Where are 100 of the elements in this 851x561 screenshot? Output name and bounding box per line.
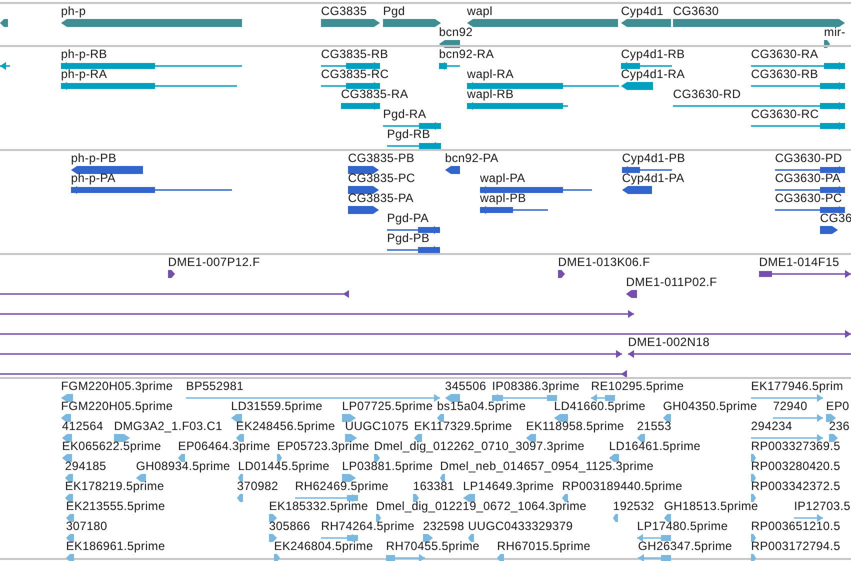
feature-label: 192532: [613, 500, 654, 513]
feature-label: ph-p-PB: [71, 152, 116, 165]
feature-label: EK248456.5prime: [236, 420, 336, 433]
feature-label: GH18513.5prime: [664, 500, 758, 513]
feature-label: CG3630-PD: [775, 152, 842, 165]
feature-label: DME1-002N18: [628, 336, 710, 349]
feature-label: CG3630-PC: [775, 192, 842, 205]
feature-label: RP003172794.5: [751, 540, 840, 553]
feature-label: DMG3A2_1.F03.C1: [114, 420, 222, 433]
feature-label: EK185332.5prime: [269, 500, 368, 513]
feature-label: ph-p-PA: [71, 172, 116, 185]
feature-label: EK178219.5prime: [65, 480, 164, 493]
feature-label: 370982: [237, 480, 278, 493]
feature-label: 294185: [65, 460, 106, 473]
feature-label: UUGC0433329379: [468, 520, 573, 533]
feature-label: Pgd-PA: [387, 212, 429, 225]
feature-label: CG3835: [321, 5, 367, 18]
feature-label: CG3630-PA: [775, 172, 841, 185]
feature-label: EK177946.5prim: [751, 380, 844, 393]
feature-label: GH26347.5prime: [638, 540, 732, 553]
feature-label: CG3630-RD: [673, 88, 741, 101]
feature-label: Pgd-PB: [387, 232, 430, 245]
feature-label: RE10295.5prime: [591, 380, 684, 393]
feature-label: Cyp4d1-RA: [621, 68, 685, 81]
feature-label: bs15a04.5prime: [437, 400, 526, 413]
feature-label: wapl-PB: [480, 192, 526, 205]
feature-label: GH08934.5prime: [136, 460, 230, 473]
feature-label: CG3835-RB: [321, 48, 388, 61]
feature-label: wapl-RA: [467, 68, 514, 81]
feature-label: Cyp4d1-PA: [622, 172, 684, 185]
feature-label: EK213555.5prime: [66, 500, 166, 513]
feature-label: RP003342372.5: [751, 480, 840, 493]
feature-label: CG3835-PB: [348, 152, 414, 165]
feature-label: LP03881.5prime: [342, 460, 433, 473]
feature-label: RP003327369.5: [751, 440, 840, 453]
feature-label: RP003651210.5: [751, 520, 840, 533]
feature-label: Cyp4d1-PB: [622, 152, 686, 165]
feature-label: wapl: [467, 5, 492, 18]
feature-label: 345506: [445, 380, 486, 393]
feature-label: ph-p-RB: [61, 48, 108, 61]
feature-label: EK118958.5prime: [526, 420, 624, 433]
feature-label: 163381: [413, 480, 454, 493]
feature-label: bcn92: [439, 26, 473, 39]
feature-label: Pgd-RA: [383, 108, 426, 121]
feature-label: CG3630-RA: [751, 48, 818, 61]
feature-label: 307180: [66, 520, 108, 533]
feature-label: mir-: [824, 26, 846, 39]
feature-label: DME1-007P12.F: [168, 256, 260, 269]
feature-label: Dmel_dig_012262_0710_3097.3prime: [374, 440, 585, 453]
feature-label: LP17480.5prime: [637, 520, 728, 533]
feature-label: RH67015.5prime: [497, 540, 591, 553]
feature-label: ph-p: [61, 5, 86, 18]
feature-label: EP06464.3prime: [178, 440, 270, 453]
feature-label: CG3835-PC: [348, 172, 416, 185]
feature-label: RP003189440.5prime: [562, 480, 682, 493]
feature-label: Cyp4d1: [621, 5, 664, 18]
feature-label: Cyp4d1-RB: [621, 48, 685, 61]
feature-label: DME1-013K06.F: [558, 256, 650, 269]
feature-label: CG3630-RB: [751, 68, 818, 81]
feature-label: DME1-014F15: [759, 256, 840, 269]
feature-label: EK246804.5prime: [274, 540, 374, 553]
feature-label: RP003280420.5: [751, 460, 840, 473]
feature-label: LD16461.5prime: [609, 440, 701, 453]
feature-label: CG3835-PA: [348, 192, 414, 205]
feature-label: DME1-011P02.F: [626, 276, 718, 289]
feature-label: Dmel_neb_014657_0954_1125.3prime: [440, 460, 654, 473]
feature-label: FGM220H05.5prime: [61, 400, 173, 413]
feature-label: EK186961.5prime: [66, 540, 166, 553]
feature-label: 232598: [423, 520, 464, 533]
feature-label: LP14649.3prime: [463, 480, 554, 493]
feature-label: EK065622.5prime: [62, 440, 162, 453]
feature-label: wapl-RB: [467, 88, 514, 101]
feature-label: LD01445.5prime: [238, 460, 330, 473]
feature-label: 412564: [62, 420, 104, 433]
feature-label: 236: [829, 420, 850, 433]
feature-label: FGM220H05.3prime: [61, 380, 173, 393]
feature-label: RH70455.5prime: [386, 540, 480, 553]
feature-label: EP0: [826, 400, 850, 413]
feature-label: CG3835-RC: [321, 68, 389, 81]
feature-label: IP08386.3prime: [492, 380, 580, 393]
feature-label: 21553: [637, 420, 672, 433]
feature-label: ph-p-RA: [61, 68, 108, 81]
feature-label: 305866: [269, 520, 310, 533]
feature-label: EP05723.3prime: [277, 440, 370, 453]
feature-label: CG3630: [673, 5, 719, 18]
feature-label: wapl-PA: [480, 172, 526, 185]
feature-label: RH74264.5prime: [321, 520, 415, 533]
feature-label: IP12703.5: [794, 500, 851, 513]
feature-label: Pgd: [383, 5, 405, 18]
feature-label: Pgd-RB: [387, 128, 430, 141]
feature-label: LD31559.5prime: [231, 400, 323, 413]
feature-label: 72940: [773, 400, 808, 413]
feature-label: RH62469.5prime: [295, 480, 389, 493]
feature-label: EK117329.5prime: [414, 420, 512, 433]
feature-label: LD41660.5prime: [554, 400, 646, 413]
feature-label: 294234: [751, 420, 792, 433]
feature-label: GH04350.5prime: [663, 400, 758, 413]
feature-label: LP07725.5prime: [342, 400, 433, 413]
feature-label: bcn92-RA: [439, 48, 494, 61]
feature-label: Dmel_dig_012219_0672_1064.3prime: [376, 500, 587, 513]
